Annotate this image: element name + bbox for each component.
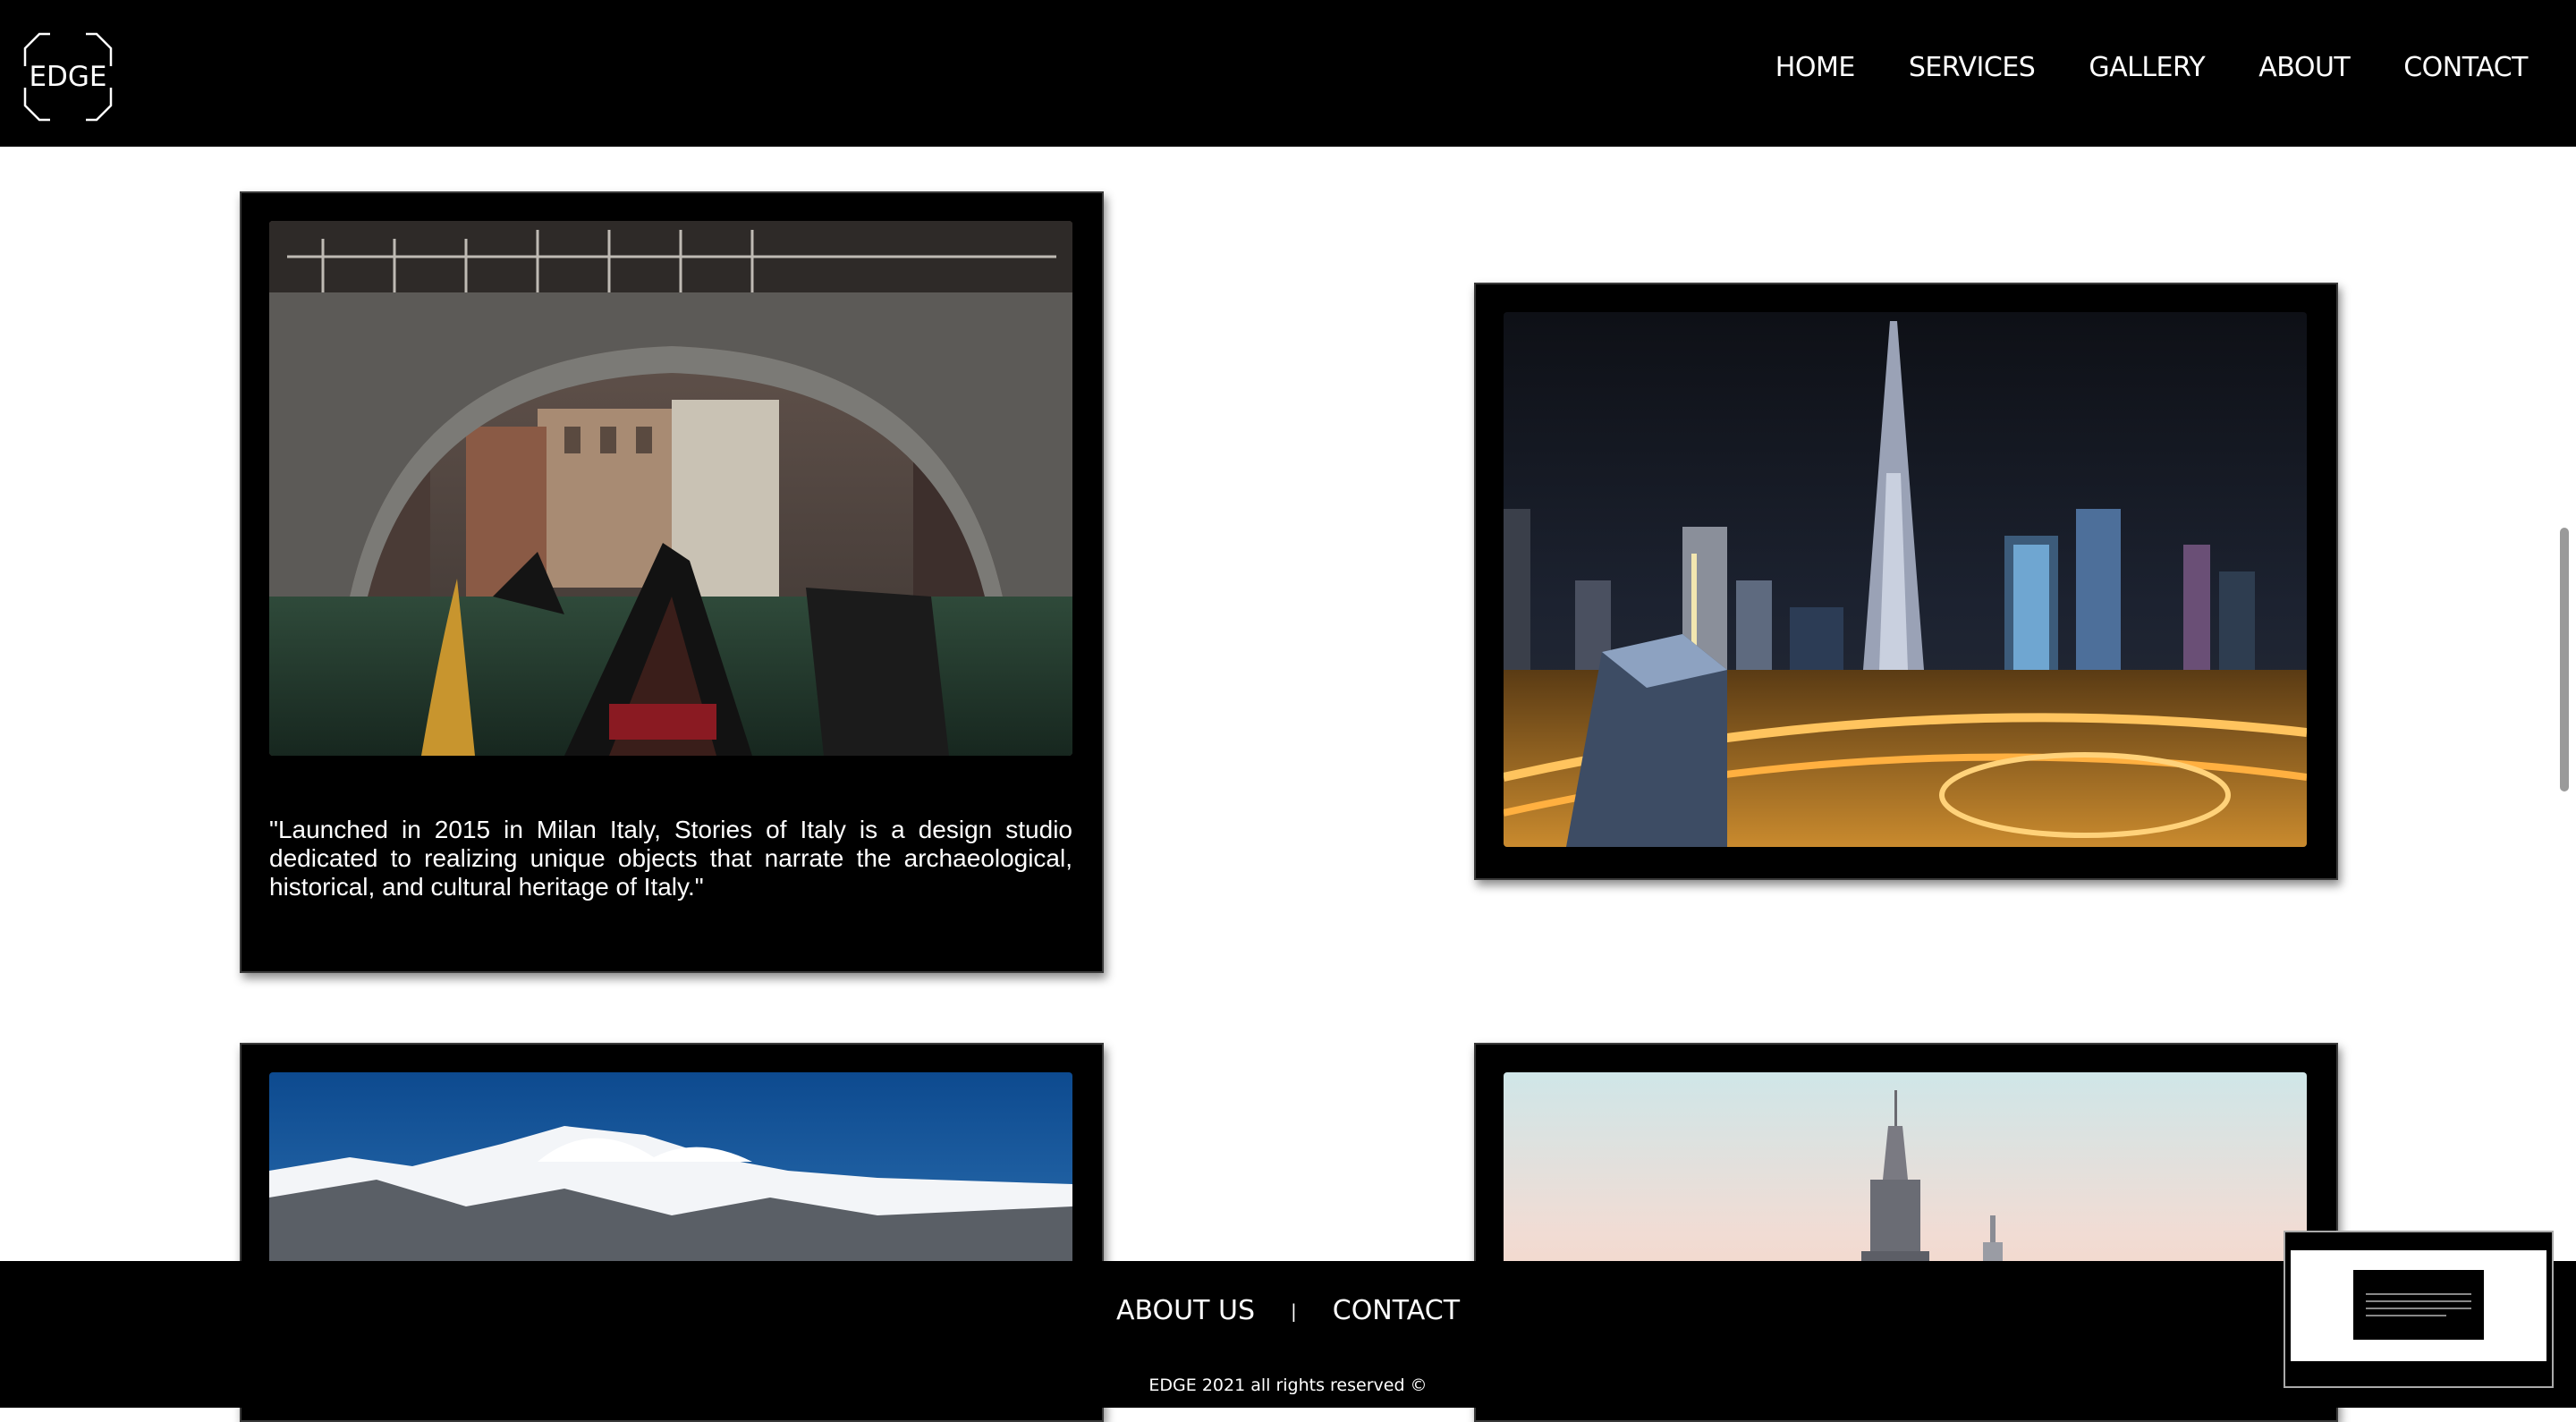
nav-home[interactable]: HOME [1775,52,1856,83]
page-preview-thumbnail[interactable] [2284,1231,2554,1388]
nav-contact[interactable]: CONTACT [2403,52,2528,83]
dubai-night-skyline-photo [1504,312,2307,847]
footer-about-link[interactable]: ABOUT US [1116,1295,1255,1326]
page-scrollbar-thumb[interactable] [2560,528,2569,791]
preview-text-line [2366,1315,2446,1316]
copyright-text: EDGE 2021 all rights reserved © [1148,1375,1428,1395]
footer-contact-link[interactable]: CONTACT [1333,1295,1460,1326]
preview-page [2291,1241,2546,1374]
nav-services[interactable]: SERVICES [1909,52,2036,83]
gallery-card-venice: "Launched in 2015 in Milan Italy, Storie… [240,191,1104,973]
preview-header [2291,1241,2546,1250]
footer-separator: | [1291,1300,1297,1322]
preview-text-line [2366,1293,2471,1295]
card-caption: "Launched in 2015 in Milan Italy, Storie… [269,816,1072,901]
preview-card [2353,1270,2484,1340]
main-nav: HOME SERVICES GALLERY ABOUT CONTACT [1775,52,2529,83]
gallery-card-dubai [1474,283,2338,880]
preview-footer [2291,1361,2546,1374]
nav-about[interactable]: ABOUT [2258,52,2350,83]
nav-gallery[interactable]: GALLERY [2089,52,2205,83]
preview-text-line [2366,1308,2471,1309]
footer-links: ABOUT US | CONTACT [0,1295,2576,1326]
logo-text: EDGE [29,61,107,93]
edge-logo[interactable]: EDGE [23,32,113,122]
preview-text-line [2366,1300,2471,1302]
site-footer: ABOUT US | CONTACT EDGE 2021 all rights re… [0,1261,2576,1408]
venice-gondola-bridge-photo [269,221,1072,756]
site-header: EDGE HOME SERVICES GALLERY ABOUT CONTACT [0,0,2576,147]
